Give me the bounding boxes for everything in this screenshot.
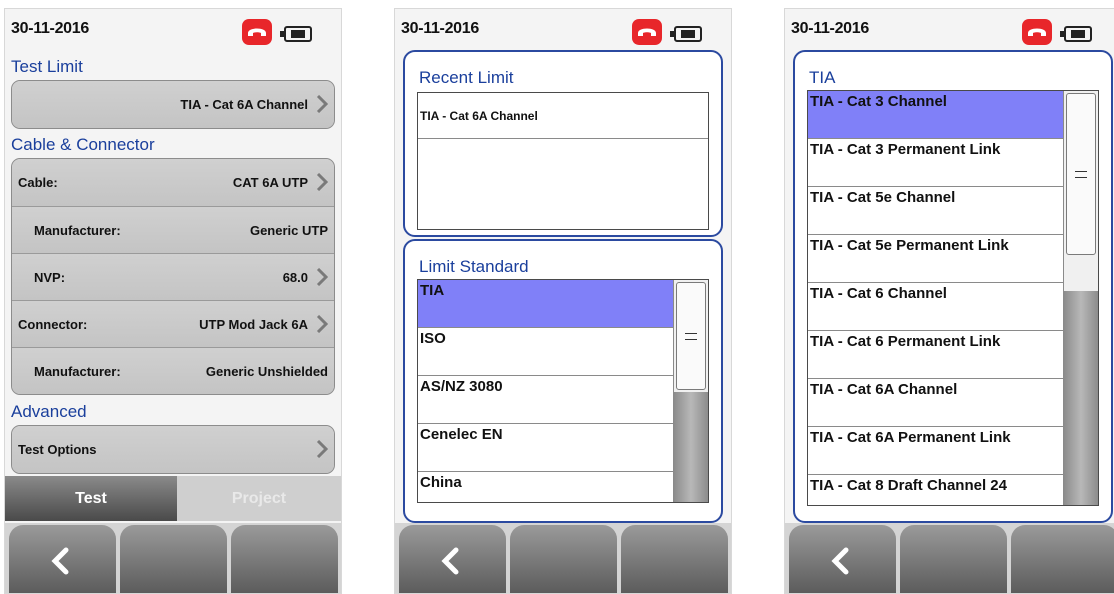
nvp-value: 68.0 <box>282 270 308 285</box>
list-item[interactable]: TIA - Cat 3 Channel <box>808 91 1098 139</box>
nav-button-right[interactable] <box>1011 525 1114 593</box>
back-icon <box>831 547 849 575</box>
scroll-track[interactable] <box>674 392 708 502</box>
chevron-right-icon <box>316 268 328 286</box>
connector-row[interactable]: Connector: UTP Mod Jack 6A <box>12 300 334 347</box>
back-icon <box>51 547 69 575</box>
status-bar: 30-11-2016 <box>5 9 341 51</box>
cable-connector-group: Cable: CAT 6A UTP Manufacturer: Generic … <box>11 158 335 395</box>
cable-manufacturer-label: Manufacturer: <box>34 223 121 238</box>
battery-icon <box>280 26 312 42</box>
cable-connector-title: Cable & Connector <box>11 135 155 154</box>
date-label: 30-11-2016 <box>401 20 479 37</box>
test-options-label: Test Options <box>18 442 97 457</box>
test-options-row[interactable]: Test Options <box>12 426 334 473</box>
cable-label: Cable: <box>18 175 58 190</box>
list-item[interactable]: Cenelec EN <box>418 424 708 472</box>
tab-test[interactable]: Test <box>5 476 177 521</box>
cable-manufacturer-value: Generic UTP <box>249 223 328 238</box>
connector-value: UTP Mod Jack 6A <box>199 317 308 332</box>
nvp-row[interactable]: NVP: 68.0 <box>12 253 334 300</box>
list-item[interactable]: TIA - Cat 6 Channel <box>808 283 1098 331</box>
cable-manufacturer-row: Manufacturer: Generic UTP <box>12 206 334 253</box>
connector-manufacturer-value: Generic Unshielded <box>205 364 328 379</box>
status-bar: 30-11-2016 <box>785 9 1114 51</box>
list-item[interactable]: AS/NZ 3080 <box>418 376 708 424</box>
connector-manufacturer-label: Manufacturer: <box>34 364 121 379</box>
date-label: 30-11-2016 <box>11 20 89 37</box>
test-limit-value: TIA - Cat 6A Channel <box>180 97 308 112</box>
date-label: 30-11-2016 <box>791 20 869 37</box>
limit-standard-title: Limit Standard <box>419 257 529 276</box>
nav-button-middle[interactable] <box>900 525 1007 593</box>
phone-icon[interactable] <box>1022 19 1052 45</box>
battery-icon <box>1060 26 1092 42</box>
chevron-right-icon <box>316 95 328 113</box>
list-item[interactable]: TIA - Cat 5e Permanent Link <box>808 235 1098 283</box>
list-item[interactable]: ISO <box>418 328 708 376</box>
list-item[interactable]: TIA - Cat 5e Channel <box>808 187 1098 235</box>
recent-limit-panel: Recent Limit TIA - Cat 6A Channel <box>403 50 723 237</box>
back-button[interactable] <box>399 525 506 593</box>
recent-limit-title: Recent Limit <box>419 68 514 87</box>
list-item[interactable]: TIA - Cat 8 Draft Channel 24 <box>808 475 1098 505</box>
chevron-right-icon <box>316 173 328 191</box>
nvp-label: NVP: <box>34 270 66 285</box>
limit-select-screen: 30-11-2016 Recent Limit TIA - Cat 6A Cha… <box>394 8 732 594</box>
test-limit-title: Test Limit <box>11 57 83 76</box>
nav-bar <box>785 523 1114 593</box>
nav-button-middle[interactable] <box>120 525 227 593</box>
list-item[interactable]: TIA - Cat 6A Permanent Link <box>808 427 1098 475</box>
list-item[interactable]: China <box>418 472 708 502</box>
connector-manufacturer-row: Manufacturer: Generic Unshielded <box>12 347 334 394</box>
recent-limit-list: TIA - Cat 6A Channel <box>417 92 709 230</box>
battery-icon <box>670 26 702 42</box>
tia-limit-screen: 30-11-2016 TIA TIA - Cat 3 Channel TIA -… <box>784 8 1114 594</box>
scroll-thumb[interactable] <box>676 282 706 390</box>
list-item[interactable]: TIA - Cat 6 Permanent Link <box>808 331 1098 379</box>
cable-row[interactable]: Cable: CAT 6A UTP <box>12 159 334 206</box>
scroll-thumb[interactable] <box>1066 93 1096 255</box>
nav-button-right[interactable] <box>231 525 338 593</box>
limit-standard-panel: Limit Standard TIA ISO AS/NZ 3080 Cenele… <box>403 239 723 523</box>
list-item[interactable]: TIA - Cat 6A Channel <box>418 93 708 139</box>
list-item[interactable]: TIA - Cat 6A Channel <box>808 379 1098 427</box>
tia-title: TIA <box>809 68 836 87</box>
test-setup-screen: 30-11-2016 Test Limit TIA - Cat 6A Chann… <box>4 8 342 594</box>
back-icon <box>441 547 459 575</box>
tia-limit-list: TIA - Cat 3 Channel TIA - Cat 3 Permanen… <box>807 90 1099 506</box>
advanced-group: Test Options <box>11 425 335 474</box>
nav-bar <box>5 523 341 593</box>
cable-value: CAT 6A UTP <box>232 175 308 190</box>
tab-bar: Test Project <box>5 476 341 521</box>
scrollbar[interactable] <box>673 280 708 502</box>
status-bar: 30-11-2016 <box>395 9 731 51</box>
connector-label: Connector: <box>18 317 88 332</box>
scroll-track[interactable] <box>1064 291 1098 505</box>
list-item[interactable]: TIA - Cat 3 Permanent Link <box>808 139 1098 187</box>
nav-button-right[interactable] <box>621 525 728 593</box>
scrollbar[interactable] <box>1063 91 1098 505</box>
advanced-title: Advanced <box>11 402 87 421</box>
nav-button-middle[interactable] <box>510 525 617 593</box>
test-limit-group: TIA - Cat 6A Channel <box>11 80 335 129</box>
phone-icon[interactable] <box>632 19 662 45</box>
chevron-right-icon <box>316 315 328 333</box>
limit-standard-list: TIA ISO AS/NZ 3080 Cenelec EN China <box>417 279 709 503</box>
tab-project[interactable]: Project <box>177 476 341 521</box>
back-button[interactable] <box>789 525 896 593</box>
phone-icon[interactable] <box>242 19 272 45</box>
nav-bar <box>395 523 731 593</box>
back-button[interactable] <box>9 525 116 593</box>
chevron-right-icon <box>316 440 328 458</box>
test-limit-row[interactable]: TIA - Cat 6A Channel <box>12 81 334 128</box>
list-item[interactable]: TIA <box>418 280 708 328</box>
tia-panel: TIA TIA - Cat 3 Channel TIA - Cat 3 Perm… <box>793 50 1113 523</box>
